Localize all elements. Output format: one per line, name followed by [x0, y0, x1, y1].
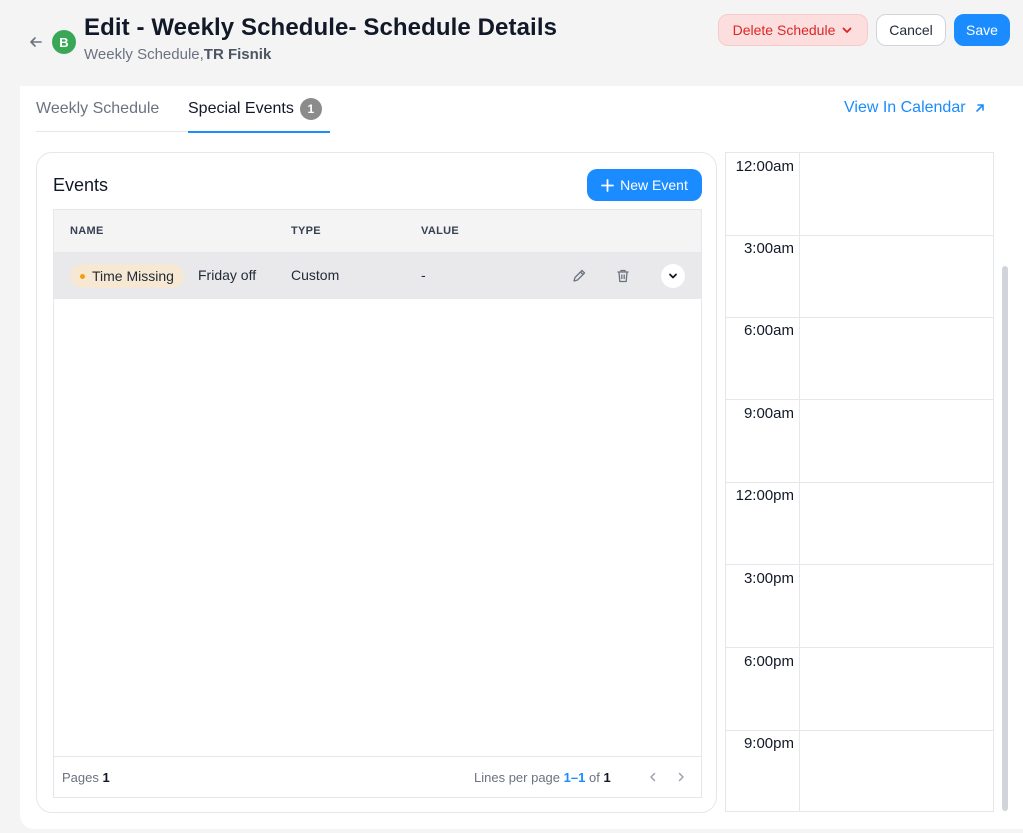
event-value: -: [421, 267, 426, 283]
calendar-slot: 9:00pm: [726, 730, 993, 811]
subtitle-prefix: Weekly Schedule,: [84, 46, 204, 63]
calendar-cell[interactable]: [800, 648, 993, 731]
table-header: NAME TYPE VALUE: [54, 210, 701, 253]
chevron-down-icon: [842, 27, 852, 33]
calendar-cell[interactable]: [800, 317, 993, 400]
tab-weekly-schedule[interactable]: Weekly Schedule: [36, 86, 188, 132]
new-event-button[interactable]: New Event: [587, 169, 702, 201]
pages-label: Pages: [62, 770, 99, 785]
previous-page-button[interactable]: [645, 769, 661, 785]
pages-count: 1: [102, 770, 110, 785]
tab-label: Weekly Schedule: [36, 100, 160, 117]
status-dot: [80, 274, 85, 279]
edit-button[interactable]: [569, 266, 589, 286]
subtitle-bold: TR Fisnik: [203, 46, 272, 63]
calendar-cell[interactable]: [800, 730, 993, 811]
main-panel: Weekly Schedule Special Events 1 View In…: [20, 86, 1023, 829]
tab-bar: Weekly Schedule Special Events 1: [36, 86, 330, 133]
plus-icon: [601, 178, 615, 192]
time-label: 12:00pm: [735, 487, 794, 504]
lines-per-page-label: Lines per page: [474, 770, 561, 785]
view-in-calendar-link[interactable]: View In Calendar: [844, 98, 986, 118]
tab-special-events[interactable]: Special Events 1: [188, 86, 330, 133]
column-header-name[interactable]: NAME: [70, 225, 104, 237]
trash-icon: [617, 269, 629, 283]
event-name: Friday off: [198, 267, 257, 283]
chevron-down-icon: [669, 273, 677, 279]
page-header: B Edit - Weekly Schedule- Schedule Detai…: [0, 0, 1023, 86]
save-button[interactable]: Save: [954, 14, 1010, 46]
time-label: 12:00am: [735, 158, 794, 175]
calendar-slot: 12:00pm: [726, 482, 993, 565]
pencil-icon: [573, 269, 586, 282]
chevron-left-icon: [650, 772, 656, 782]
calendar-cell[interactable]: [800, 400, 993, 483]
table-row[interactable]: Time Missing Friday off Custom -: [54, 253, 701, 299]
event-type: Custom: [291, 267, 340, 283]
avatar: B: [52, 30, 76, 54]
time-label: 9:00pm: [743, 735, 794, 752]
calendar-slot: 6:00pm: [726, 648, 993, 731]
tab-label: Special Events: [188, 100, 294, 117]
lines-per-page-select[interactable]: 1–1: [564, 770, 586, 785]
time-label: 6:00pm: [743, 653, 794, 670]
view-in-calendar-label: View In Calendar: [844, 99, 966, 116]
events-card: Events New Event NAME TYPE VALUE Time Mi…: [36, 152, 717, 813]
column-header-value[interactable]: VALUE: [421, 225, 459, 237]
cancel-button[interactable]: Cancel: [876, 14, 946, 46]
delete-schedule-button[interactable]: Delete Schedule: [718, 14, 868, 46]
calendar-scrollbar[interactable]: [1002, 266, 1008, 811]
calendar-cell[interactable]: [800, 235, 993, 318]
expand-row-button[interactable]: [661, 264, 685, 288]
count-badge: 1: [299, 98, 322, 120]
chevron-right-icon: [678, 772, 684, 782]
calendar-cell[interactable]: [800, 153, 993, 236]
back-button[interactable]: [26, 32, 46, 52]
events-title: Events: [53, 175, 109, 195]
calendar-slot: 3:00am: [726, 235, 993, 318]
new-event-label: New Event: [620, 177, 688, 193]
calendar-slot: 12:00am: [726, 153, 993, 236]
time-label: 3:00pm: [743, 570, 794, 587]
calendar-slot: 9:00am: [726, 400, 993, 483]
table-footer: Pages 1 Lines per page 1–1 of 1: [54, 756, 701, 797]
arrow-up-right-icon: [975, 104, 984, 112]
column-header-type[interactable]: TYPE: [291, 225, 321, 237]
pages-info: Pages 1: [62, 770, 110, 785]
status-badge: Time Missing: [70, 264, 184, 288]
calendar-cell[interactable]: [800, 482, 993, 565]
next-page-button[interactable]: [673, 769, 689, 785]
time-label: 9:00am: [743, 405, 794, 422]
day-calendar: 12:00am 3:00am 6:00am 9:00am 12:00pm 3:0…: [725, 152, 994, 812]
page-subtitle: Weekly Schedule,TR Fisnik: [84, 46, 271, 63]
calendar-slot: 3:00pm: [726, 565, 993, 648]
status-label: Time Missing: [92, 268, 174, 284]
calendar-slot: 6:00am: [726, 317, 993, 400]
time-label: 3:00am: [743, 240, 794, 257]
of-label: of: [588, 770, 600, 785]
total-count: 1: [603, 770, 611, 785]
events-table: NAME TYPE VALUE Time Missing Friday off …: [53, 209, 702, 798]
delete-schedule-label: Delete Schedule: [732, 22, 836, 38]
arrow-left-icon: [30, 37, 42, 47]
calendar-cell[interactable]: [800, 565, 993, 648]
delete-button[interactable]: [613, 266, 633, 286]
page-title: Edit - Weekly Schedule- Schedule Details: [84, 14, 558, 41]
time-label: 6:00am: [743, 322, 794, 339]
lines-per-page-info: Lines per page 1–1 of 1: [474, 770, 611, 785]
